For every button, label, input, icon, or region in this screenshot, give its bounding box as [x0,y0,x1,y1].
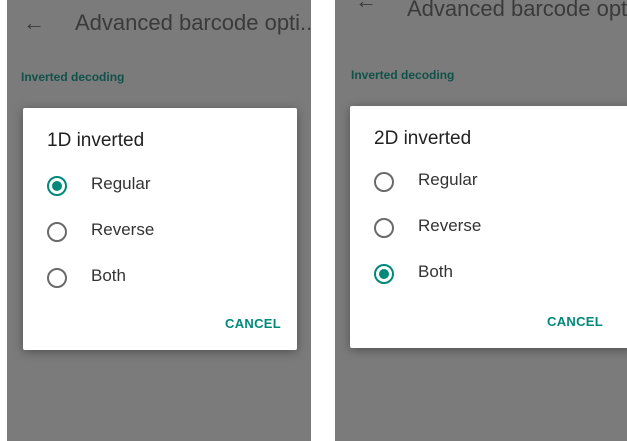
option-label: Regular [91,174,151,193]
option-label: Regular [418,170,478,189]
radio-checked-icon[interactable] [374,264,394,284]
cancel-button[interactable]: CANCEL [547,314,603,329]
app-bar-title: Advanced barcode opti... [407,0,627,21]
app-bar: ← Advanced barcode opti... [335,0,627,52]
option-reverse[interactable]: Reverse [23,212,297,252]
radio-checked-icon[interactable] [47,176,67,196]
option-both[interactable]: Both [350,254,627,294]
option-label: Reverse [91,220,155,239]
app-bar: ← Advanced barcode opti... [7,0,311,52]
section-label: Inverted decoding [351,68,455,82]
radio-unchecked-icon[interactable] [47,222,67,242]
dialog-title: 2D inverted [374,128,472,149]
option-label: Reverse [418,216,482,235]
cancel-button[interactable]: CANCEL [225,316,281,331]
option-regular[interactable]: Regular [23,166,297,206]
option-regular[interactable]: Regular [350,162,627,202]
inverted-dialog: 1D inverted Regular Reverse Both CANCEL [23,108,297,350]
inverted-dialog: 2D inverted Regular Reverse Both CANCEL [350,106,627,348]
radio-unchecked-icon[interactable] [374,218,394,238]
screen-2d-inverted: ← Advanced barcode opti... Inverted deco… [335,0,627,441]
option-both[interactable]: Both [23,258,297,298]
arrow-left-icon[interactable]: ← [355,0,377,14]
section-label: Inverted decoding [21,70,125,84]
radio-unchecked-icon[interactable] [374,172,394,192]
app-bar-title: Advanced barcode opti... [75,10,311,35]
radio-unchecked-icon[interactable] [47,268,67,288]
option-reverse[interactable]: Reverse [350,208,627,248]
option-label: Both [91,266,126,285]
arrow-left-icon[interactable]: ← [23,10,45,36]
dialog-title: 1D inverted [47,130,145,151]
option-label: Both [418,262,453,281]
screen-1d-inverted: ← Advanced barcode opti... Inverted deco… [7,0,311,441]
